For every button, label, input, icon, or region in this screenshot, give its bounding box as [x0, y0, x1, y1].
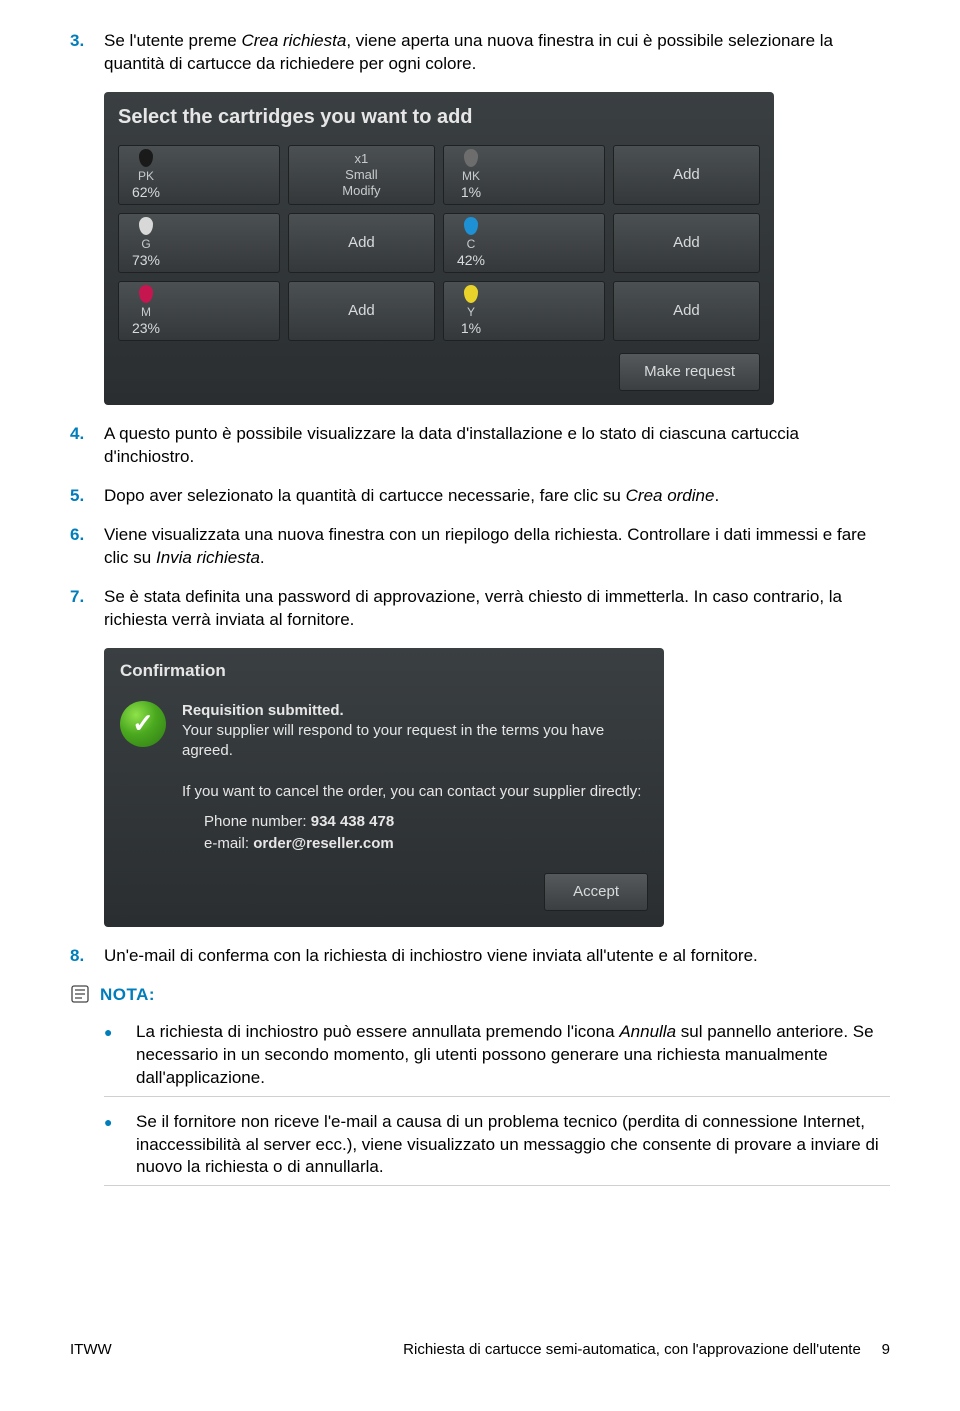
bullet-icon: ●	[104, 1111, 136, 1180]
ink-drop-icon	[139, 149, 153, 167]
ink-drop-icon	[139, 217, 153, 235]
note-icon	[70, 984, 92, 1011]
step-number: 3.	[70, 30, 104, 76]
add-button[interactable]: Add	[613, 213, 760, 273]
cartridge-m[interactable]: M 23%	[118, 281, 280, 341]
bullet-icon: ●	[104, 1021, 136, 1090]
confirmation-panel: Confirmation ✓ Requisition submitted. Yo…	[104, 648, 664, 927]
ink-drop-icon	[464, 217, 478, 235]
step-5: 5. Dopo aver selezionato la quantità di …	[70, 485, 890, 508]
cartridge-g[interactable]: G 73%	[118, 213, 280, 273]
footer-center: Richiesta di cartucce semi-automatica, c…	[403, 1340, 890, 1360]
add-button[interactable]: Add	[288, 281, 435, 341]
step-3: 3. Se l'utente preme Crea richiesta, vie…	[70, 30, 890, 76]
ink-drop-icon	[464, 285, 478, 303]
step-6: 6. Viene visualizzata una nuova finestra…	[70, 524, 890, 570]
note-item-2: ● Se il fornitore non riceve l'e-mail a …	[104, 1111, 890, 1187]
note-label: NOTA:	[100, 984, 155, 1007]
cartridge-y[interactable]: Y 1%	[443, 281, 605, 341]
note-header: NOTA:	[70, 984, 890, 1011]
cartridge-selection-panel: Select the cartridges you want to add PK…	[104, 92, 774, 405]
cartridge-grid: PK 62% x1 Small Modify MK 1% Add G 73% A…	[118, 145, 760, 341]
note-item-1: ● La richiesta di inchiostro può essere …	[104, 1021, 890, 1097]
panel-title: Select the cartridges you want to add	[118, 104, 760, 131]
footer-left: ITWW	[70, 1340, 112, 1360]
cartridge-selected-qty[interactable]: x1 Small Modify	[288, 145, 435, 205]
step-4: 4. A questo punto è possibile visualizza…	[70, 423, 890, 469]
ink-drop-icon	[139, 285, 153, 303]
accept-button[interactable]: Accept	[544, 873, 648, 911]
cartridge-pk[interactable]: PK 62%	[118, 145, 280, 205]
cartridge-c[interactable]: C 42%	[443, 213, 605, 273]
step-8: 8. Un'e-mail di conferma con la richiest…	[70, 945, 890, 968]
cancel-info: If you want to cancel the order, you can…	[182, 781, 648, 854]
cartridge-mk[interactable]: MK 1%	[443, 145, 605, 205]
step-text: Se l'utente preme Crea richiesta, viene …	[104, 30, 890, 76]
add-button[interactable]: Add	[613, 281, 760, 341]
page-footer: ITWW Richiesta di cartucce semi-automati…	[70, 1340, 890, 1360]
ink-drop-icon	[464, 149, 478, 167]
make-request-button[interactable]: Make request	[619, 353, 760, 391]
confirmation-title: Confirmation	[120, 660, 648, 683]
confirmation-message: Requisition submitted. Your supplier wil…	[182, 701, 648, 762]
page-number: 9	[882, 1341, 890, 1358]
add-button[interactable]: Add	[613, 145, 760, 205]
check-icon: ✓	[120, 701, 166, 747]
step-7: 7. Se è stata definita una password di a…	[70, 586, 890, 632]
add-button[interactable]: Add	[288, 213, 435, 273]
